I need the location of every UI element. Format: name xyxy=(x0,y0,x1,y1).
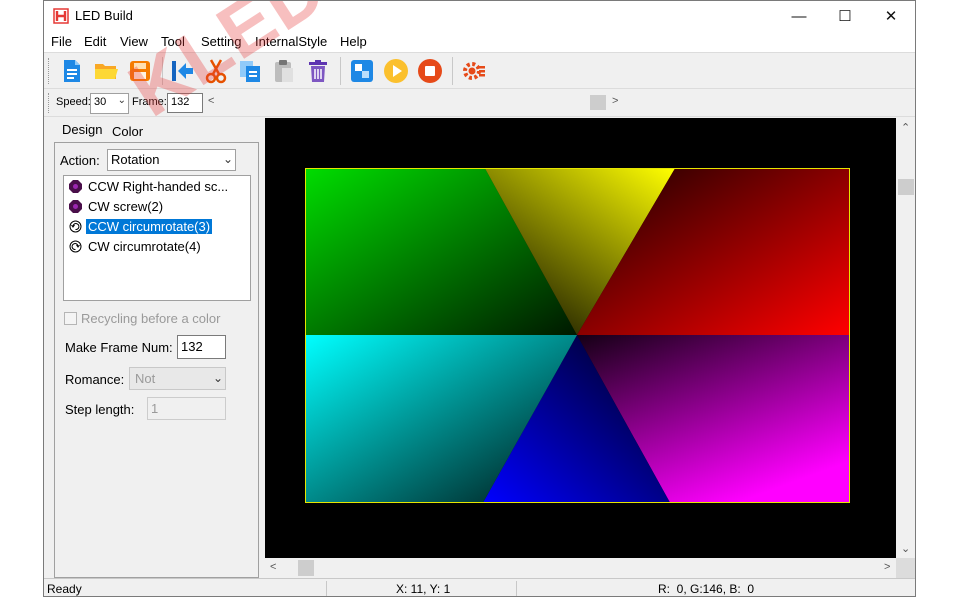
menu-file[interactable]: File xyxy=(51,34,72,49)
window-title: LED Build xyxy=(75,8,133,23)
delete-icon[interactable] xyxy=(304,57,332,85)
romance-label: Romance: xyxy=(65,372,125,387)
layout-icon[interactable] xyxy=(348,57,376,85)
step-length-input[interactable]: 1 xyxy=(147,397,226,420)
status-separator xyxy=(516,581,517,596)
rotate-ccw-icon xyxy=(69,220,82,233)
frame-input[interactable]: 132 xyxy=(167,93,203,113)
paste-icon[interactable] xyxy=(270,57,298,85)
led-rotation-preview xyxy=(306,169,849,502)
screw-icon xyxy=(69,200,82,213)
effect-label: CW screw(2) xyxy=(88,199,164,214)
play-icon[interactable] xyxy=(382,57,410,85)
recycling-checkbox[interactable] xyxy=(64,312,77,325)
canvas-horizontal-scrollbar[interactable]: < > xyxy=(265,558,896,578)
canvas-vertical-scrollbar[interactable]: ⌃ ⌄ xyxy=(896,118,915,558)
chevron-up-icon[interactable]: ⌃ xyxy=(901,121,910,134)
make-frame-label: Make Frame Num: xyxy=(65,340,173,355)
list-item[interactable]: CW screw(2) xyxy=(69,199,165,217)
playback-bar: Speed: 30 ⌄ Frame: 132 < > xyxy=(44,89,915,117)
romance-value: Not xyxy=(135,371,156,386)
menu-internalstyle[interactable]: InternalStyle xyxy=(255,34,327,49)
step-length-label: Step length: xyxy=(65,402,135,417)
menu-help[interactable]: Help xyxy=(340,34,367,49)
effect-label: CCW Right-handed sc... xyxy=(88,179,229,194)
chevron-down-icon: ⌄ xyxy=(222,152,233,166)
left-pane: Design Color Action: Rotation ⌄ CCW Righ… xyxy=(54,118,264,578)
effect-label: CCW circumrotate(3) xyxy=(84,218,214,235)
new-file-icon[interactable] xyxy=(58,57,86,85)
chevron-left-icon[interactable]: < xyxy=(270,561,276,573)
scrollbar-corner xyxy=(896,558,915,578)
led-preview[interactable] xyxy=(305,168,850,503)
go-start-icon[interactable] xyxy=(168,57,196,85)
recycling-label: Recycling before a color xyxy=(81,311,221,326)
make-frame-input[interactable]: 132 xyxy=(177,335,226,359)
list-item-selected[interactable]: CCW circumrotate(3) xyxy=(69,218,214,237)
chevron-right-icon[interactable]: > xyxy=(884,561,890,573)
menu-setting[interactable]: Setting xyxy=(201,34,241,49)
chevron-down-icon[interactable]: ⌄ xyxy=(901,542,910,555)
minimize-button[interactable]: — xyxy=(776,1,822,32)
menu-edit[interactable]: Edit xyxy=(84,34,106,49)
toolbar-grip[interactable] xyxy=(48,93,52,113)
menu-bar: File Edit View Tool Setting InternalStyl… xyxy=(44,32,915,52)
copy-icon[interactable] xyxy=(236,57,264,85)
status-coords: X: 11, Y: 1 xyxy=(396,582,451,596)
status-separator xyxy=(326,581,327,596)
main-toolbar xyxy=(44,52,915,89)
status-bar: Ready X: 11, Y: 1 R: 0, G:146, B: 0 xyxy=(44,578,915,596)
stop-icon[interactable] xyxy=(416,57,444,85)
toolbar-grip[interactable] xyxy=(48,58,52,84)
action-select[interactable]: Rotation ⌄ xyxy=(107,149,236,171)
app-window: LED Build — ☐ ✕ File Edit View Tool Sett… xyxy=(43,0,916,597)
menu-view[interactable]: View xyxy=(120,34,148,49)
toolbar-separator xyxy=(452,57,453,85)
frame-label: Frame: xyxy=(132,96,167,108)
menu-tool[interactable]: Tool xyxy=(161,34,185,49)
frame-scroll-left[interactable]: < xyxy=(208,95,214,107)
frame-scroll-thumb[interactable] xyxy=(590,95,606,110)
action-value: Rotation xyxy=(111,152,160,167)
led-canvas-area[interactable] xyxy=(265,118,896,558)
save-icon[interactable] xyxy=(126,57,154,85)
status-ready: Ready xyxy=(47,582,82,596)
frame-scroll-right[interactable]: > xyxy=(612,95,618,107)
tab-color[interactable]: Color xyxy=(112,124,143,139)
toolbar-separator xyxy=(340,57,341,85)
toolbar-separator xyxy=(162,57,163,85)
horizontal-scroll-thumb[interactable] xyxy=(298,560,314,576)
list-item[interactable]: CW circumrotate(4) xyxy=(69,239,203,257)
cut-icon[interactable] xyxy=(202,57,230,85)
title-bar: LED Build — ☐ ✕ xyxy=(44,1,915,32)
speed-select[interactable]: 30 ⌄ xyxy=(90,93,129,114)
status-rgb: R: 0, G:146, B: 0 xyxy=(658,582,755,596)
vertical-scroll-thumb[interactable] xyxy=(898,179,914,195)
design-panel: Action: Rotation ⌄ CCW Right-handed sc..… xyxy=(54,142,259,578)
list-item[interactable]: CCW Right-handed sc... xyxy=(69,179,230,197)
speed-value: 30 xyxy=(94,96,107,108)
tab-design[interactable]: Design xyxy=(62,122,102,137)
effect-label: CW circumrotate(4) xyxy=(88,239,201,254)
chevron-down-icon: ⌄ xyxy=(212,371,223,385)
speed-label: Speed: xyxy=(56,96,91,108)
close-button[interactable]: ✕ xyxy=(868,1,914,32)
screw-icon xyxy=(69,180,82,193)
settings-gear-icon[interactable] xyxy=(460,57,488,85)
romance-select[interactable]: Not ⌄ xyxy=(129,367,226,390)
app-logo-icon xyxy=(53,8,69,24)
rotate-cw-icon xyxy=(69,240,82,253)
action-label: Action: xyxy=(60,153,100,168)
chevron-down-icon: ⌄ xyxy=(117,95,126,106)
effect-list[interactable]: CCW Right-handed sc... CW screw(2) CCW c… xyxy=(63,175,251,301)
open-folder-icon[interactable] xyxy=(92,57,120,85)
maximize-button[interactable]: ☐ xyxy=(822,1,868,32)
